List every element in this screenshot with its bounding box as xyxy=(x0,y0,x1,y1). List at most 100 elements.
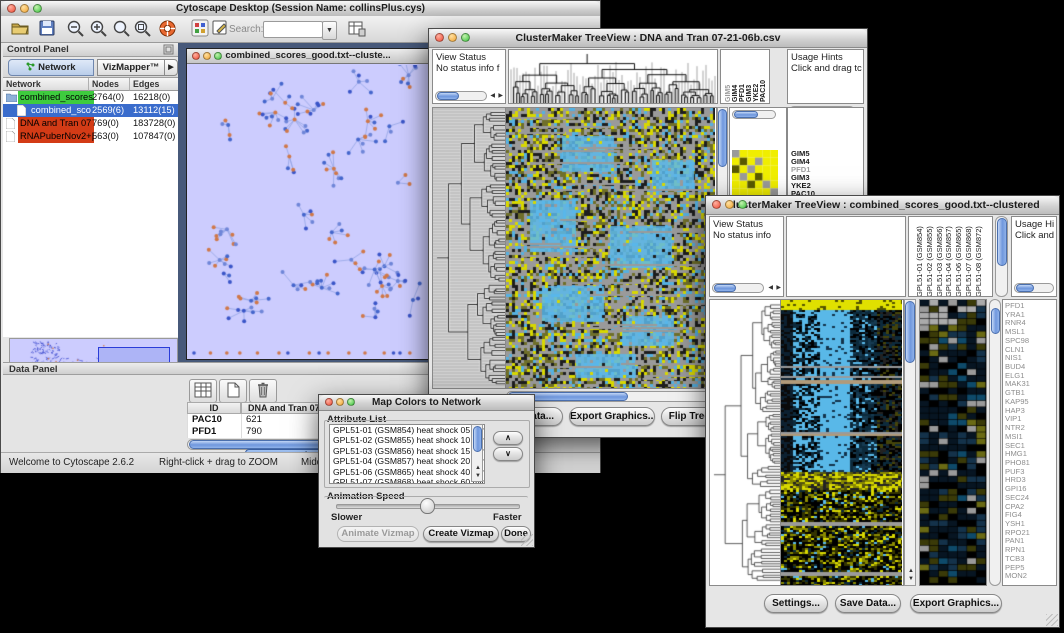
attribute-item[interactable]: GPL51-04 (GSM857) heat shock 20 min xyxy=(330,456,484,466)
column-label[interactable]: GPL51-06 (GSM865) xyxy=(954,219,964,297)
attribute-item[interactable]: GPL51-06 (GSM865) heat shock 40 min xyxy=(330,467,484,477)
attribute-item[interactable]: GPL51-03 (GSM856) heat shock 15 min xyxy=(330,446,484,456)
attribute-item[interactable]: GPL51-02 (GSM855) heat shock 10 min xyxy=(330,435,484,445)
network-view-1-titlebar[interactable]: combined_scores_good.txt--cluste... xyxy=(187,49,429,64)
column-label[interactable]: GIM3 xyxy=(746,52,753,102)
minimize-button[interactable] xyxy=(336,398,344,406)
minimize-button[interactable] xyxy=(448,33,457,42)
scroll-up-icon[interactable]: ▲ xyxy=(475,464,481,472)
summary-matrix-canvas[interactable] xyxy=(732,150,778,196)
animation-slider-thumb[interactable] xyxy=(420,498,435,514)
zoom-button[interactable] xyxy=(347,398,355,406)
scrollbar-thumb[interactable] xyxy=(997,218,1007,266)
scrollbar-thumb[interactable] xyxy=(718,109,727,167)
close-button[interactable] xyxy=(712,200,721,209)
zoom-button[interactable] xyxy=(461,33,470,42)
zoom-selected-button[interactable] xyxy=(110,19,132,39)
select-attributes-button[interactable] xyxy=(189,379,217,403)
delete-attribute-button[interactable] xyxy=(249,379,277,403)
row-dendrogram-canvas[interactable] xyxy=(710,300,780,585)
scroll-down-icon[interactable]: ▼ xyxy=(908,575,914,583)
data-col-id[interactable]: ID xyxy=(187,402,241,414)
zoom-out-button[interactable] xyxy=(64,19,86,39)
tv1-heatmap[interactable] xyxy=(506,107,717,389)
close-button[interactable] xyxy=(192,52,200,60)
create-vizmap-button[interactable]: Create Vizmap xyxy=(423,526,499,542)
zoom-fit-button[interactable] xyxy=(131,19,153,39)
attribute-list[interactable]: GPL51-01 (GSM854) heat shock 05 minGPL51… xyxy=(329,424,485,484)
zoom-button[interactable] xyxy=(214,52,222,60)
attribute-item[interactable]: GPL51-01 (GSM854) heat shock 05 min xyxy=(330,425,484,435)
col-header-nodes[interactable]: Nodes xyxy=(89,78,130,91)
close-button[interactable] xyxy=(7,4,16,13)
column-label[interactable]: GPL51-08 (GSM872) xyxy=(974,219,984,297)
tv1-hscrollbar[interactable] xyxy=(506,391,717,402)
column-label[interactable]: GPL51-07 (GSM868) xyxy=(964,219,974,297)
summary-hscrollbar[interactable] xyxy=(732,110,776,119)
scroll-left-icon[interactable]: ◀ xyxy=(490,92,495,100)
network-view-window-1[interactable]: combined_scores_good.txt--cluste... xyxy=(186,48,430,360)
help-button[interactable] xyxy=(156,19,178,39)
scrollbar-thumb[interactable] xyxy=(473,426,482,452)
network-canvas[interactable] xyxy=(188,65,426,358)
scrollbar-thumb[interactable] xyxy=(714,284,736,292)
scrollbar-thumb[interactable] xyxy=(437,92,459,100)
annotation-button[interactable] xyxy=(209,19,231,39)
export-graphics-button[interactable]: Export Graphics... xyxy=(569,407,655,426)
row-dendrogram-canvas[interactable] xyxy=(433,108,505,388)
export-graphics-button[interactable]: Export Graphics... xyxy=(910,594,1002,613)
tv2-vscrollbar[interactable]: ▲ ▼ xyxy=(904,299,916,586)
zoom-heatmap-canvas[interactable] xyxy=(920,300,986,585)
tv2-zoom-heatmap[interactable] xyxy=(919,299,987,586)
data-cell-id[interactable]: PFD1 xyxy=(187,426,241,438)
column-label[interactable]: GPL51-02 (GSM855) xyxy=(925,219,935,297)
scroll-right-icon[interactable]: ▶ xyxy=(498,92,503,100)
search-input[interactable] xyxy=(263,21,323,38)
column-label[interactable]: GPL51-04 (GSM857) xyxy=(944,219,954,297)
move-up-button[interactable]: ∧ xyxy=(493,431,523,445)
column-label[interactable]: YKE2 xyxy=(753,52,760,102)
tab-vizmapper[interactable]: VizMapper™ xyxy=(97,59,165,76)
treeview1-titlebar[interactable]: ClusterMaker TreeView : DNA and Tran 07-… xyxy=(429,29,867,48)
new-attribute-button[interactable] xyxy=(219,379,247,403)
scrollbar-thumb[interactable] xyxy=(905,301,915,363)
tv1-column-dendrogram[interactable] xyxy=(508,49,718,104)
scrollbar-thumb[interactable] xyxy=(991,308,1000,334)
gene-label[interactable]: MON2 xyxy=(1005,572,1056,581)
attribute-item[interactable]: GPL51-07 (GSM868) heat shock 60 min xyxy=(330,477,484,484)
col-header-network[interactable]: Network xyxy=(3,78,89,91)
scroll-right-icon[interactable]: ▶ xyxy=(776,284,781,292)
col-header-edges[interactable]: Edges xyxy=(130,78,178,91)
column-dendrogram-canvas[interactable] xyxy=(509,50,717,103)
column-label[interactable]: PFD1 xyxy=(739,52,746,102)
data-cell-id[interactable]: PAC10 xyxy=(187,414,241,426)
network-row-selected[interactable]: combined_sco 2569(6) 13112(15) xyxy=(3,104,178,117)
view-status-hscrollbar[interactable] xyxy=(712,283,764,293)
animate-vizmap-button[interactable]: Animate Vizmap xyxy=(337,526,419,542)
tv2-heatmap[interactable] xyxy=(781,299,904,586)
save-session-button[interactable] xyxy=(36,19,58,39)
tab-overflow-button[interactable]: ▶ xyxy=(164,59,178,76)
minimize-button[interactable] xyxy=(203,52,211,60)
treeview2-titlebar[interactable]: ClusterMaker TreeView : combined_scores_… xyxy=(706,196,1059,215)
tab-network[interactable]: Network xyxy=(8,59,94,76)
resize-grip[interactable] xyxy=(521,534,533,546)
network-row-rnapuber[interactable]: RNAPuberNov2+| 563(0) 107847(0) xyxy=(3,130,178,143)
search-dropdown-button[interactable]: ▼ xyxy=(322,21,337,40)
network-row-dna-tran[interactable]: DNA and Tran 07 769(0) 183728(0) xyxy=(3,117,178,130)
scroll-up-icon[interactable]: ▲ xyxy=(908,567,914,575)
tv1-row-dendrogram[interactable] xyxy=(432,107,506,389)
zoom-button[interactable] xyxy=(738,200,747,209)
attribute-editor-button[interactable] xyxy=(346,19,368,39)
column-label[interactable]: GPL51-03 (GSM856) xyxy=(935,219,945,297)
scroll-left-icon[interactable]: ◀ xyxy=(768,284,773,292)
hints-hscrollbar[interactable] xyxy=(1014,283,1054,293)
scrollbar-thumb[interactable] xyxy=(734,111,758,118)
tv2-row-dendrogram[interactable] xyxy=(709,299,781,586)
close-button[interactable] xyxy=(435,33,444,42)
minimize-button[interactable] xyxy=(725,200,734,209)
column-label[interactable]: GPL51-01 (GSM854) xyxy=(915,219,925,297)
column-label[interactable]: PAC10 xyxy=(760,52,767,102)
network-row-combined-scores[interactable]: combined_scores 2764(0) 16218(0) xyxy=(3,91,178,104)
tv2-gene-vscrollbar[interactable] xyxy=(989,299,1001,586)
